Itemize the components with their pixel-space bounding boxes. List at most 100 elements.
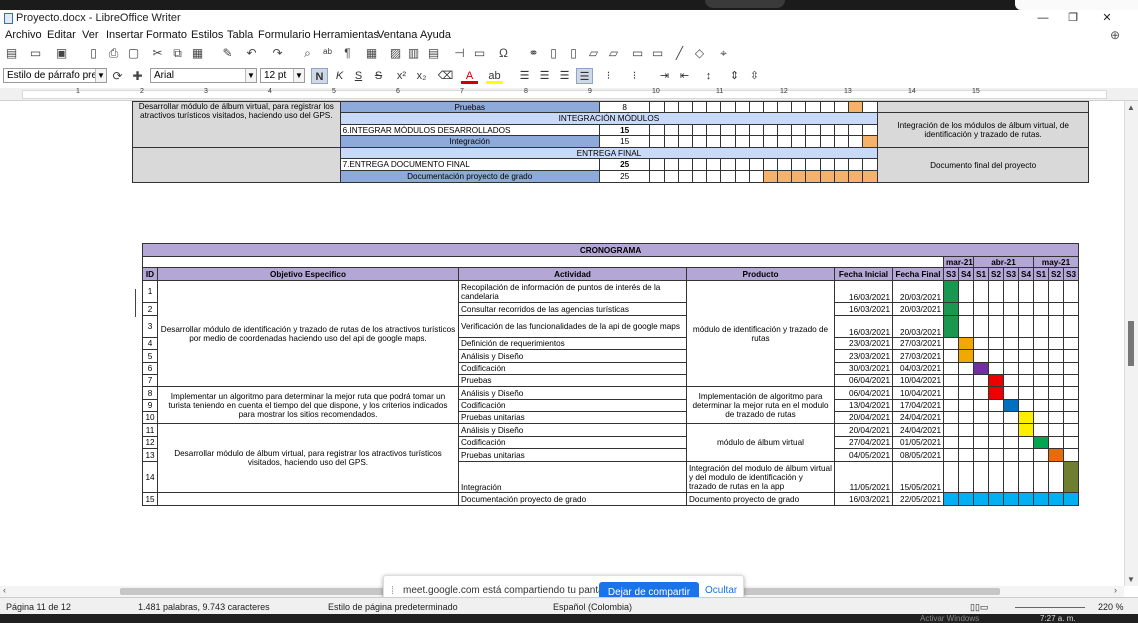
- language[interactable]: Español (Colombia): [553, 602, 632, 612]
- line-spacing-icon[interactable]: ↕: [700, 68, 717, 84]
- align-left-icon[interactable]: ☰: [516, 68, 533, 84]
- insert-image-icon[interactable]: ▨: [388, 46, 403, 61]
- zoom-slider[interactable]: [1015, 602, 1085, 608]
- page-count[interactable]: Página 11 de 12: [6, 602, 71, 612]
- insert-field-icon[interactable]: ▭: [472, 46, 487, 61]
- menu-herramientas[interactable]: Herramientas: [313, 29, 379, 41]
- document-area[interactable]: Desarrollar módulo de álbum virtual, par…: [0, 101, 1124, 586]
- upper-row: ENTREGA FINAL Documento final del proyect…: [132, 147, 1089, 183]
- scroll-up-icon[interactable]: ▲: [1127, 103, 1135, 112]
- formatting-marks-icon[interactable]: ¶: [340, 46, 355, 61]
- hyperlink-icon[interactable]: ⚭: [526, 46, 541, 61]
- footnote-icon[interactable]: ▯: [546, 46, 561, 61]
- cross-reference-icon[interactable]: ▱: [606, 46, 621, 61]
- paragraph-spacing-icon[interactable]: ⇕: [726, 68, 743, 84]
- bullets-icon[interactable]: ⁝: [600, 68, 617, 84]
- scroll-left-icon[interactable]: ‹: [3, 585, 6, 595]
- view-layout-icon[interactable]: ▯▯▭: [970, 602, 988, 613]
- insert-textbox-icon[interactable]: ▤: [426, 46, 441, 61]
- new-icon[interactable]: ▤: [4, 46, 19, 61]
- endnote-icon[interactable]: ▯: [566, 46, 581, 61]
- menu-ventana[interactable]: Ventana: [377, 29, 417, 41]
- menu-insertar[interactable]: Insertar: [106, 29, 143, 41]
- gantt-cell: [1018, 362, 1034, 375]
- word-count[interactable]: 1.481 palabras, 9.743 caracteres: [138, 602, 270, 612]
- scroll-down-icon[interactable]: ▼: [1127, 575, 1135, 584]
- comment-icon[interactable]: ▭: [630, 46, 645, 61]
- update-style-icon[interactable]: ⟳: [110, 69, 125, 84]
- export-pdf-icon[interactable]: ▯: [86, 46, 101, 61]
- insert-table-icon[interactable]: ▦: [364, 46, 379, 61]
- globe-icon[interactable]: ⊕: [1110, 28, 1120, 42]
- highlight-button[interactable]: ab: [486, 68, 503, 84]
- underline-button[interactable]: S: [350, 68, 367, 84]
- numbering-icon[interactable]: ⁝: [626, 68, 643, 84]
- gantt-cell: [958, 492, 974, 506]
- undo-icon[interactable]: ↶: [244, 46, 259, 61]
- chevron-down-icon[interactable]: ▼: [245, 69, 256, 82]
- menu-tabla[interactable]: Tabla: [227, 29, 253, 41]
- chevron-down-icon[interactable]: ▼: [293, 69, 304, 82]
- decrease-indent-icon[interactable]: ⇤: [676, 68, 693, 84]
- scroll-right-icon[interactable]: ›: [1114, 585, 1117, 595]
- cut-icon[interactable]: ✂: [150, 46, 165, 61]
- minimize-icon[interactable]: —: [1028, 10, 1058, 26]
- close-icon[interactable]: ✕: [1092, 10, 1122, 26]
- print-preview-icon[interactable]: ▢: [126, 46, 141, 61]
- menu-formato[interactable]: Formato: [146, 29, 187, 41]
- menu-editar[interactable]: Editar: [47, 29, 76, 41]
- justify-icon[interactable]: ☰: [576, 68, 593, 84]
- maximize-icon[interactable]: ❐: [1058, 10, 1088, 26]
- paste-icon[interactable]: ▦: [190, 46, 205, 61]
- page-style[interactable]: Estilo de página predeterminado: [328, 602, 458, 612]
- font-name-select[interactable]: Arial ▼: [150, 68, 257, 83]
- superscript-button[interactable]: x²: [393, 68, 410, 84]
- copy-icon[interactable]: ⧉: [170, 46, 185, 61]
- save-icon[interactable]: ▣: [54, 46, 69, 61]
- notification-panel: [1015, 0, 1138, 10]
- line-icon[interactable]: ╱: [672, 46, 687, 61]
- italic-button[interactable]: K: [331, 68, 348, 84]
- menu-ayuda[interactable]: Ayuda: [420, 29, 451, 41]
- chevron-down-icon[interactable]: ▼: [95, 69, 106, 82]
- bold-button[interactable]: N: [311, 68, 328, 84]
- special-character-icon[interactable]: Ω: [496, 46, 511, 61]
- drag-handle-icon[interactable]: ⁞: [391, 585, 394, 597]
- horizontal-ruler[interactable]: 1 2 3 4 5 6 7 8 9 10 11 12 13 14 15: [0, 88, 1138, 101]
- page-break-icon[interactable]: ⊣: [452, 46, 467, 61]
- zoom-level[interactable]: 220 %: [1098, 602, 1124, 612]
- bookmark-icon[interactable]: ▱: [586, 46, 601, 61]
- new-style-icon[interactable]: ✚: [130, 69, 145, 84]
- gantt-cell: [720, 135, 736, 148]
- font-color-button[interactable]: A: [461, 68, 478, 84]
- align-right-icon[interactable]: ☰: [556, 68, 573, 84]
- print-icon[interactable]: ⎙: [106, 46, 121, 61]
- strikethrough-button[interactable]: S: [370, 68, 387, 84]
- basic-shapes-icon[interactable]: ◇: [692, 46, 707, 61]
- spelling-icon[interactable]: ᵃᵇ: [320, 46, 335, 61]
- vertical-scrollbar[interactable]: ▲ ▼: [1124, 101, 1138, 586]
- open-icon[interactable]: ▭: [28, 46, 43, 61]
- draw-functions-icon[interactable]: ⌖: [716, 46, 731, 61]
- hide-button[interactable]: Ocultar: [705, 585, 737, 596]
- clear-format-icon[interactable]: ⌫: [437, 68, 454, 84]
- paragraph-style-select[interactable]: Estilo de párrafo predeterminado▼: [3, 68, 107, 83]
- gantt-cell: [988, 337, 1004, 350]
- increase-indent-icon[interactable]: ⇥: [656, 68, 673, 84]
- vertical-scroll-thumb[interactable]: [1128, 321, 1134, 366]
- align-center-icon[interactable]: ☰: [536, 68, 553, 84]
- font-size-select[interactable]: 12 pt ▼: [260, 68, 305, 83]
- redo-icon[interactable]: ↷: [270, 46, 285, 61]
- menu-formulario[interactable]: Formulario: [258, 29, 311, 41]
- track-changes-icon[interactable]: ▭: [650, 46, 665, 61]
- clone-formatting-icon[interactable]: ✎: [220, 46, 235, 61]
- taskbar-clock[interactable]: 7:27 a. m.: [1040, 614, 1076, 623]
- insert-chart-icon[interactable]: ▥: [406, 46, 421, 61]
- find-replace-icon[interactable]: ⌕: [300, 46, 315, 61]
- menu-estilos[interactable]: Estilos: [191, 29, 223, 41]
- menu-ver[interactable]: Ver: [82, 29, 99, 41]
- gantt-cell: [791, 101, 807, 113]
- paragraph-spacing-decrease-icon[interactable]: ⇳: [746, 68, 763, 84]
- subscript-button[interactable]: x₂: [413, 68, 430, 84]
- menu-archivo[interactable]: Archivo: [5, 29, 42, 41]
